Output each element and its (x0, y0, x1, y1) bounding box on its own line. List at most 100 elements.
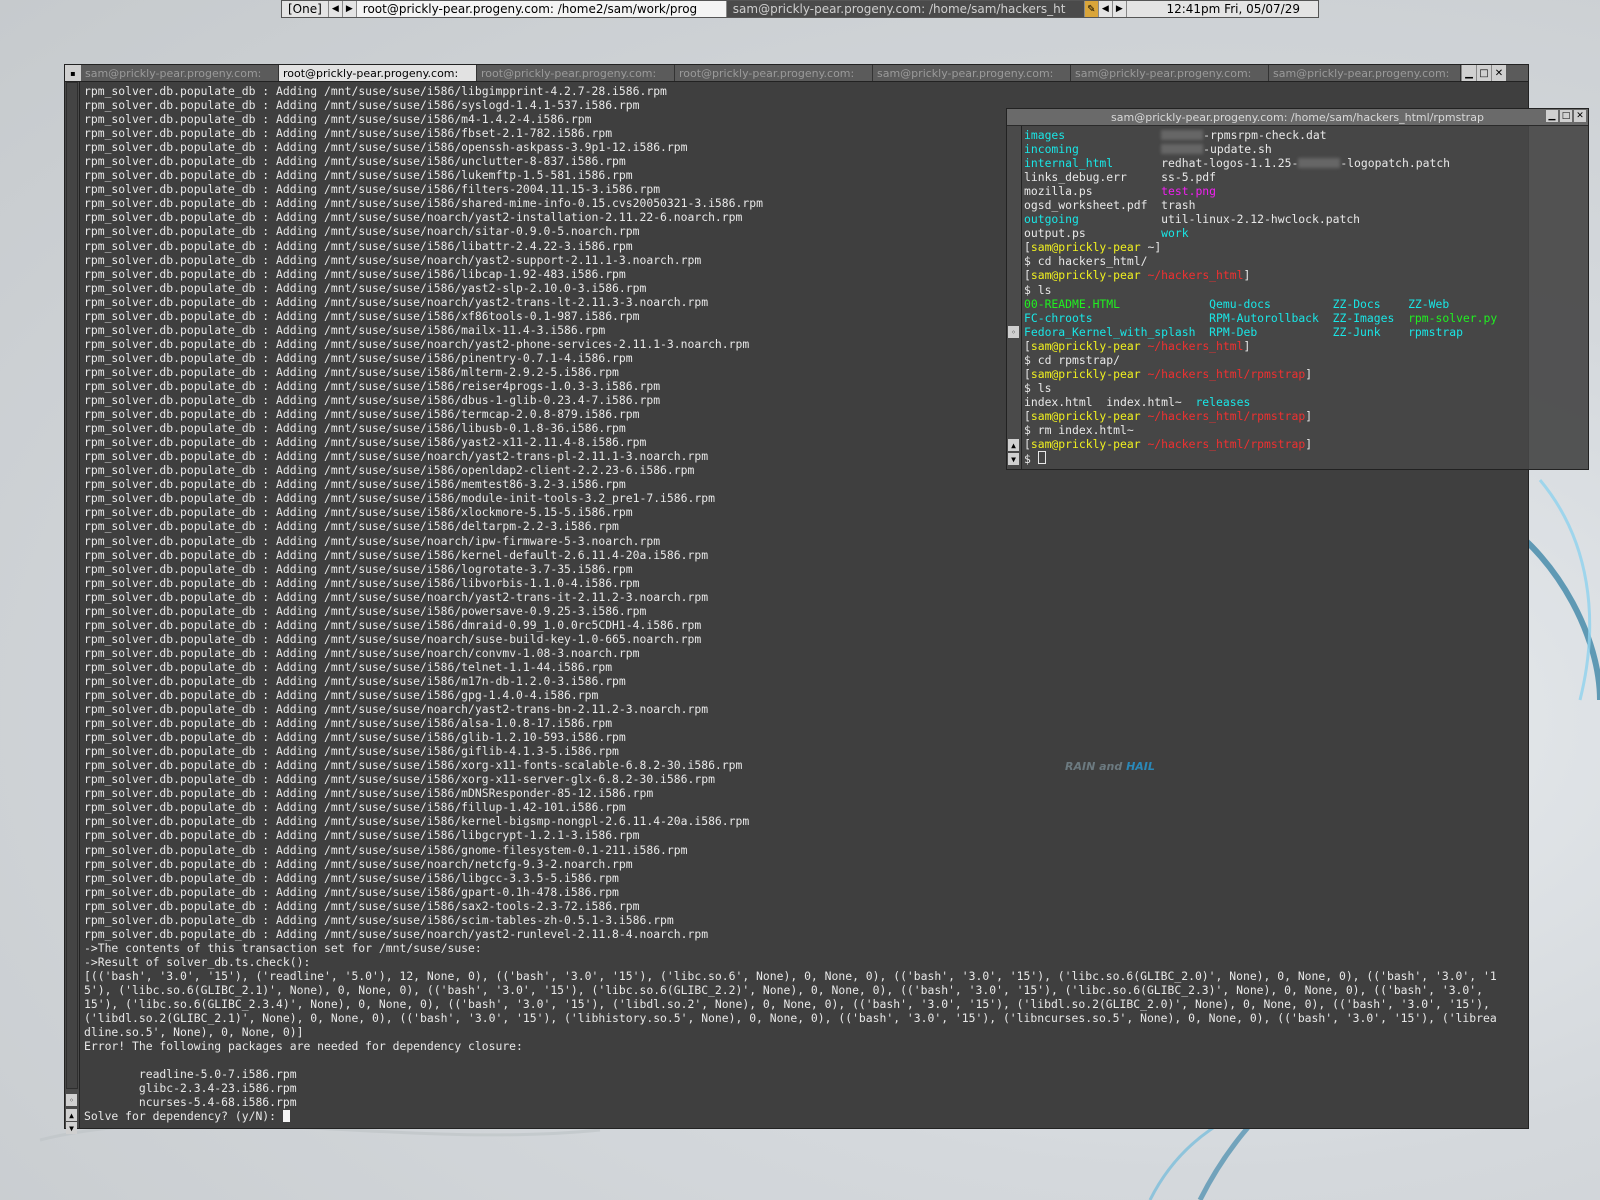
ls-entry: -rpmsrpm-check.dat (1203, 128, 1327, 142)
prompt-text: Solve for dependency? (y/N): (84, 1109, 283, 1124)
ls-entry: -update.sh (1203, 142, 1272, 157)
package-path: /mnt/suse/suse/noarch/netcfg-9.3-2.noarc… (324, 856, 633, 871)
small-scroll-handle-icon[interactable]: ◦ (1008, 326, 1019, 338)
ls-entry: incoming (1024, 142, 1162, 157)
ls-entry: links_debug.err (1024, 170, 1162, 185)
workspace-button[interactable]: [One] (282, 1, 329, 17)
package-path: /mnt/suse/suse/i586/openssh-askpass-3.9p… (324, 140, 688, 155)
scroll-handle-icon[interactable]: ◦ (66, 1094, 77, 1106)
shell-prompt: [sam@prickly-pear ~/hackers_html/rpmstra… (1024, 409, 1584, 423)
log-prefix: rpm_solver.db.populate_db : Adding (84, 477, 325, 492)
package-path: /mnt/suse/suse/i586/alsa-1.0.8-17.i586.r… (324, 716, 613, 731)
small-maximize-icon[interactable]: □ (1560, 110, 1572, 122)
ls-entry: work (1161, 226, 1189, 241)
task-sam-terminal[interactable]: sam@prickly-pear.progeny.com: /home/sam/… (726, 1, 1085, 17)
small-close-icon[interactable]: ✕ (1574, 110, 1586, 122)
redacted-block (1161, 144, 1204, 155)
terminal-line: rpm_solver.db.populate_db : Adding /mnt/… (84, 814, 1524, 828)
terminal-line: rpm_solver.db.populate_db : Adding /mnt/… (84, 730, 1524, 744)
small-minimize-icon[interactable]: ▁ (1546, 110, 1558, 122)
tab-3[interactable]: root@prickly-pear.progeny.com: (675, 65, 873, 81)
small-scrollbar[interactable]: ◦ ▲ ▼ (1007, 126, 1022, 469)
log-prefix: rpm_solver.db.populate_db : Adding (84, 294, 325, 309)
package-path: /mnt/suse/suse/i586/libvorbis-1.1.0-4.i5… (324, 575, 640, 590)
scroll-up-icon[interactable]: ▲ (66, 1109, 77, 1121)
package-path: /mnt/suse/suse/i586/lukemftp-1.5-581.i58… (324, 168, 633, 183)
package-path: /mnt/suse/suse/i586/m4-1.4.2-4.i586.rpm (324, 112, 592, 127)
ls-entry: images (1024, 128, 1162, 142)
terminal-line: rpm_solver.db.populate_db : Adding /mnt/… (84, 674, 1524, 688)
close-icon[interactable]: ✕ (1491, 65, 1506, 81)
log-prefix: rpm_solver.db.populate_db : Adding (84, 196, 325, 211)
tab-5[interactable]: sam@prickly-pear.progeny.com: (1071, 65, 1269, 81)
terminal-line: [(('bash', '3.0', '15'), ('readline', '5… (84, 968, 1497, 983)
window-menu-icon[interactable]: ▪ (65, 65, 81, 81)
terminal-line: rpm_solver.db.populate_db : Adding /mnt/… (84, 519, 1524, 533)
terminal-line: rpm_solver.db.populate_db : Adding /mnt/… (84, 828, 1524, 842)
terminal-line: rpm_solver.db.populate_db : Adding /mnt/… (84, 534, 1524, 548)
log-prefix: rpm_solver.db.populate_db : Adding (84, 112, 325, 127)
task-next-arrow-icon[interactable]: ▶ (1113, 1, 1127, 17)
prompt-bracket: ] (1154, 240, 1162, 255)
ls-entry: RPM-Autorollback (1209, 310, 1333, 325)
shell-prompt: [sam@prickly-pear ~/hackers_html/rpmstra… (1024, 367, 1584, 381)
log-prefix: rpm_solver.db.populate_db : Adding (84, 744, 325, 759)
ls-row: FC-chroots RPM-Autorollback ZZ-Images rp… (1024, 311, 1584, 325)
minimize-icon[interactable]: ▁ (1461, 65, 1476, 81)
terminal-line: 5'), ('libc.so.6(GLIBC_2.1)', None), 0, … (84, 983, 1483, 997)
main-scrollbar[interactable]: ◦ ▲ ▼ (65, 82, 80, 1134)
prompt-bracket: [ (1024, 366, 1031, 381)
terminal-line: rpm_solver.db.populate_db : Adding /mnt/… (84, 576, 1524, 590)
package-path: /mnt/suse/suse/noarch/yast2-phone-servic… (324, 336, 750, 351)
prev-arrow-icon[interactable]: ◀ (329, 1, 343, 17)
shell-command: $ rm index.html~ (1024, 422, 1134, 437)
small-scroll-up-icon[interactable]: ▲ (1008, 439, 1019, 451)
log-prefix: rpm_solver.db.populate_db : Adding (84, 84, 325, 98)
scrollbar-thumb[interactable] (66, 82, 78, 1089)
package-path: /mnt/suse/suse/i586/fbset-2.1-782.i586.r… (324, 126, 613, 141)
small-terminal-output[interactable]: images -rpmsrpm-check.dat incoming -updat… (1024, 128, 1584, 465)
tab-1[interactable]: root@prickly-pear.progeny.com: (279, 65, 477, 81)
log-prefix: rpm_solver.db.populate_db : Adding (84, 673, 325, 688)
tab-0[interactable]: sam@prickly-pear.progeny.com: (81, 65, 279, 81)
tab-4[interactable]: sam@prickly-pear.progeny.com: (873, 65, 1071, 81)
terminal-prompt-line: Solve for dependency? (y/N): (84, 1109, 1524, 1123)
package-path: /mnt/suse/suse/i586/powersave-0.9.25-3.i… (324, 603, 647, 618)
terminal-line: rpm_solver.db.populate_db : Adding /mnt/… (84, 885, 1524, 899)
tab-6[interactable]: sam@prickly-pear.progeny.com: (1269, 65, 1461, 81)
log-prefix: rpm_solver.db.populate_db : Adding (84, 238, 325, 253)
package-path: /mnt/suse/suse/i586/giflib-4.1.3-5.i586.… (324, 744, 619, 759)
prompt-path: ~/hackers_html/rpmstrap (1140, 437, 1306, 452)
pencil-icon[interactable]: ✎ (1084, 1, 1099, 17)
ls-entry: outgoing (1024, 212, 1162, 227)
package-path: /mnt/suse/suse/noarch/yast2-trans-pl-2.1… (324, 449, 709, 464)
terminal-line: rpm_solver.db.populate_db : Adding /mnt/… (84, 491, 1524, 505)
next-arrow-icon[interactable]: ▶ (343, 1, 357, 17)
small-window-title[interactable]: sam@prickly-pear.progeny.com: /home/sam/… (1007, 109, 1588, 126)
ls-row: output.ps work (1024, 226, 1584, 240)
terminal-line: glibc-2.3.4-23.i586.rpm (84, 1081, 297, 1096)
ls-entry: index.html~ (1106, 394, 1196, 409)
log-prefix: rpm_solver.db.populate_db : Adding (84, 519, 325, 534)
small-scroll-down-icon[interactable]: ▼ (1008, 453, 1019, 465)
terminal-line: readline-5.0-7.i586.rpm (84, 1067, 297, 1082)
package-path: /mnt/suse/suse/i586/gnome-filesystem-0.1… (324, 842, 688, 857)
ls-entry: -logopatch.patch (1340, 156, 1451, 171)
log-prefix: rpm_solver.db.populate_db : Adding (84, 280, 325, 295)
task-prev-arrow-icon[interactable]: ◀ (1099, 1, 1113, 17)
terminal-line: rpm_solver.db.populate_db : Adding /mnt/… (84, 702, 1524, 716)
log-prefix: rpm_solver.db.populate_db : Adding (84, 659, 325, 674)
ls-row: internal_html redhat-logos-1.1.25- -logop… (1024, 156, 1584, 170)
package-path: /mnt/suse/suse/i586/xf86tools-0.1-987.i5… (324, 308, 640, 323)
log-prefix: rpm_solver.db.populate_db : Adding (84, 814, 325, 829)
tab-2[interactable]: root@prickly-pear.progeny.com: (477, 65, 675, 81)
package-path: /mnt/suse/suse/i586/sax2-tools-2.3-72.i5… (324, 898, 640, 913)
ls-entry: index.html (1024, 394, 1107, 409)
maximize-icon[interactable]: □ (1476, 65, 1491, 81)
prompt-path: ~/hackers_html/rpmstrap (1140, 408, 1306, 423)
scroll-down-icon[interactable]: ▼ (66, 1122, 77, 1134)
task-root-terminal[interactable]: root@prickly-pear.progeny.com: /home2/sa… (356, 1, 727, 17)
shell-command: $ cd hackers_html/ (1024, 254, 1148, 269)
ls-row: images -rpmsrpm-check.dat (1024, 128, 1584, 142)
